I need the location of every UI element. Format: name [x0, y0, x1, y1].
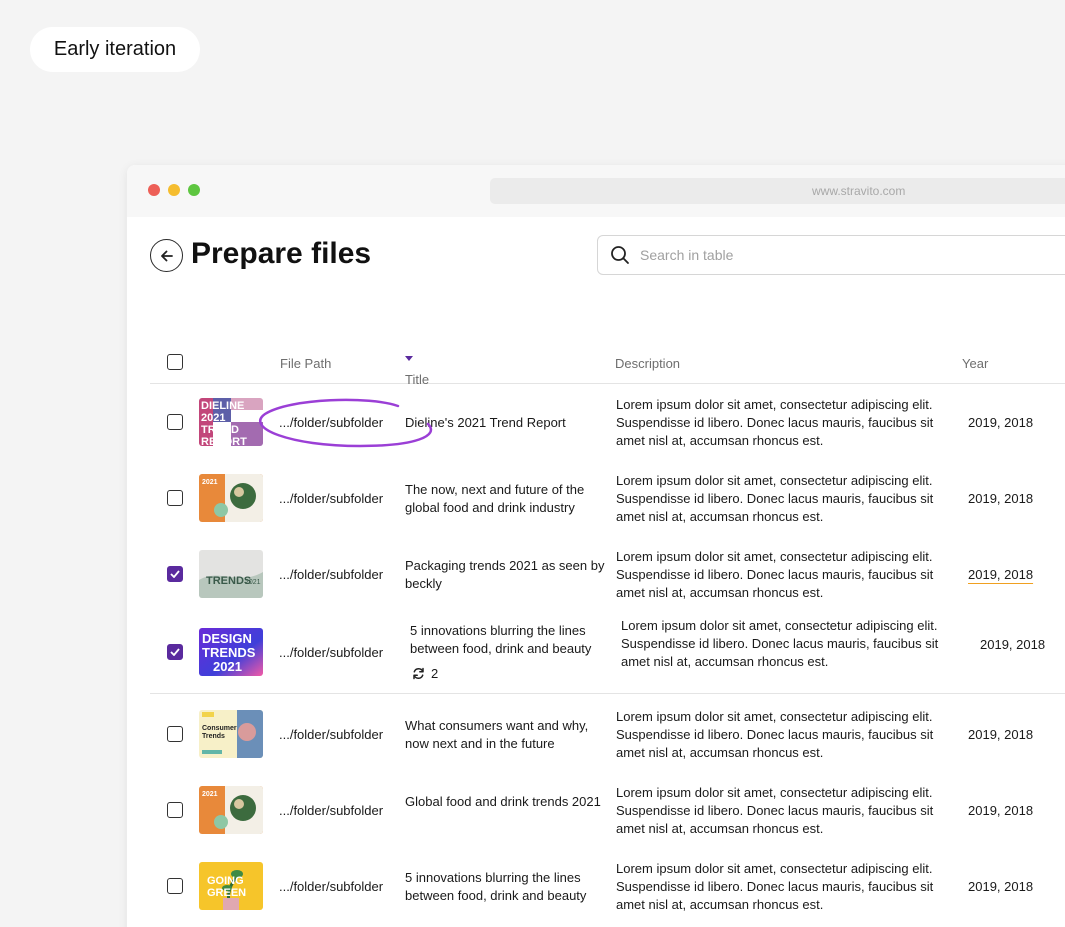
table-header: File Path Title Description Year	[150, 340, 1065, 387]
svg-text:TREND: TREND	[201, 424, 239, 436]
svg-text:2021: 2021	[201, 412, 225, 424]
file-path: .../folder/subfolder	[279, 491, 384, 506]
file-path: .../folder/subfolder	[279, 727, 384, 742]
files-table: File Path Title Description Year DIELINE…	[150, 340, 1065, 924]
file-description: Lorem ipsum dolor sit amet, consectetur …	[616, 709, 934, 760]
file-description: Lorem ipsum dolor sit amet, consectetur …	[616, 861, 934, 912]
search-input[interactable]	[640, 247, 1040, 263]
file-path: .../folder/subfolder	[279, 645, 384, 660]
file-title: What consumers want and why, now next an…	[405, 718, 589, 751]
page-title: Prepare files	[191, 237, 372, 270]
svg-text:2021: 2021	[245, 579, 261, 586]
back-button[interactable]	[150, 239, 183, 272]
url-text: www.stravito.com	[812, 184, 906, 198]
file-path: .../folder/subfolder	[279, 567, 384, 582]
svg-text:2021: 2021	[213, 659, 242, 674]
thumbnail-design-trends: DESIGN TRENDS 2021	[199, 628, 263, 676]
file-year: 2019, 2018	[968, 879, 1034, 894]
file-description: Lorem ipsum dolor sit amet, consectetur …	[616, 473, 934, 524]
table-row[interactable]: Consumer Trends .../folder/subfolder Wha…	[150, 696, 1065, 772]
row-checkbox[interactable]	[167, 566, 183, 582]
thumbnail-consumer-trends: Consumer Trends	[199, 710, 263, 758]
row-checkbox[interactable]	[167, 644, 183, 660]
table-row[interactable]: DESIGN TRENDS 2021 .../folder/subfolder …	[150, 612, 1065, 694]
file-path: .../folder/subfolder	[279, 803, 384, 818]
file-path: .../folder/subfolder	[279, 879, 384, 894]
svg-text:Trends: Trends	[202, 733, 225, 740]
browser-window: www.stravito.com Prepare files File Path…	[127, 165, 1065, 927]
file-description: Lorem ipsum dolor sit amet, consectetur …	[621, 618, 939, 669]
refresh-icon	[413, 667, 424, 680]
minimize-window-dot[interactable]	[168, 184, 180, 196]
address-bar[interactable]: www.stravito.com	[490, 178, 1065, 204]
svg-text:REPORT: REPORT	[201, 436, 247, 446]
column-file-path[interactable]: File Path	[280, 356, 331, 371]
file-year: 2019, 2018	[968, 491, 1034, 506]
check-icon	[170, 648, 180, 656]
table-row[interactable]: GOING GREEN .../folder/subfolder 5 innov…	[150, 848, 1065, 924]
svg-text:2021: 2021	[202, 791, 218, 798]
svg-text:GOING: GOING	[207, 875, 244, 887]
file-title: Packaging trends 2021 as seen by beckly	[405, 558, 605, 591]
file-description: Lorem ipsum dolor sit amet, consectetur …	[616, 397, 934, 448]
file-title: Global food and drink trends 2021	[405, 794, 601, 809]
svg-text:DIELINE: DIELINE	[201, 400, 244, 412]
row-checkbox[interactable]	[167, 726, 183, 742]
table-row[interactable]: 2021 .../folder/subfolder Global food an…	[150, 772, 1065, 848]
thumbnail-packaging: TRENDS 2021	[199, 550, 263, 598]
file-description: Lorem ipsum dolor sit amet, consectetur …	[616, 549, 934, 600]
row-checkbox[interactable]	[167, 490, 183, 506]
versions-count: 2	[431, 666, 439, 681]
file-title: The now, next and future of the global f…	[405, 482, 585, 515]
browser-titlebar: www.stravito.com	[127, 165, 1065, 217]
column-year[interactable]: Year	[962, 356, 988, 371]
svg-text:Consumer: Consumer	[202, 725, 237, 732]
file-title: 5 innovations blurring the lines between…	[410, 623, 592, 656]
badge-label: Early iteration	[53, 38, 177, 60]
table-search[interactable]	[597, 235, 1065, 275]
table-row[interactable]: TRENDS 2021 .../folder/subfolder Packagi…	[150, 536, 1065, 612]
column-title[interactable]: Title	[405, 356, 429, 387]
check-icon	[170, 570, 180, 578]
maximize-window-dot[interactable]	[188, 184, 200, 196]
thumbnail-food-drink: 2021	[199, 474, 263, 522]
svg-text:2021: 2021	[202, 479, 218, 486]
file-year: 2019, 2018	[968, 727, 1034, 742]
row-checkbox[interactable]	[167, 802, 183, 818]
file-year: 2019, 2018	[968, 415, 1034, 430]
select-all-checkbox[interactable]	[167, 354, 183, 370]
close-window-dot[interactable]	[148, 184, 160, 196]
arrow-left-icon	[160, 250, 173, 261]
search-icon	[611, 246, 629, 264]
file-description: Lorem ipsum dolor sit amet, consectetur …	[616, 785, 934, 836]
column-description[interactable]: Description	[615, 356, 680, 371]
file-year: 2019, 2018	[968, 567, 1034, 582]
file-title: 5 innovations blurring the lines between…	[405, 870, 587, 903]
row-checkbox[interactable]	[167, 878, 183, 894]
thumbnail-going-green: GOING GREEN	[199, 862, 263, 910]
svg-text:TRENDS: TRENDS	[202, 645, 256, 660]
highlight-circle-annotation	[259, 398, 433, 448]
table-row[interactable]: DIELINE 2021 TREND REPORT .../folder/sub…	[150, 384, 1065, 460]
file-year: 2019, 2018	[968, 803, 1034, 818]
thumbnail-global-food: 2021	[199, 786, 263, 834]
row-checkbox[interactable]	[167, 414, 183, 430]
svg-text:GREEN: GREEN	[207, 887, 246, 899]
file-year: 2019, 2018	[980, 637, 1046, 652]
early-iteration-badge: Early iteration	[30, 27, 200, 72]
table-row[interactable]: 2021 .../folder/subfolder The now, next …	[150, 460, 1065, 536]
sort-down-icon	[405, 356, 413, 361]
versions-indicator[interactable]: 2	[412, 666, 438, 681]
svg-text:DESIGN: DESIGN	[202, 631, 252, 646]
